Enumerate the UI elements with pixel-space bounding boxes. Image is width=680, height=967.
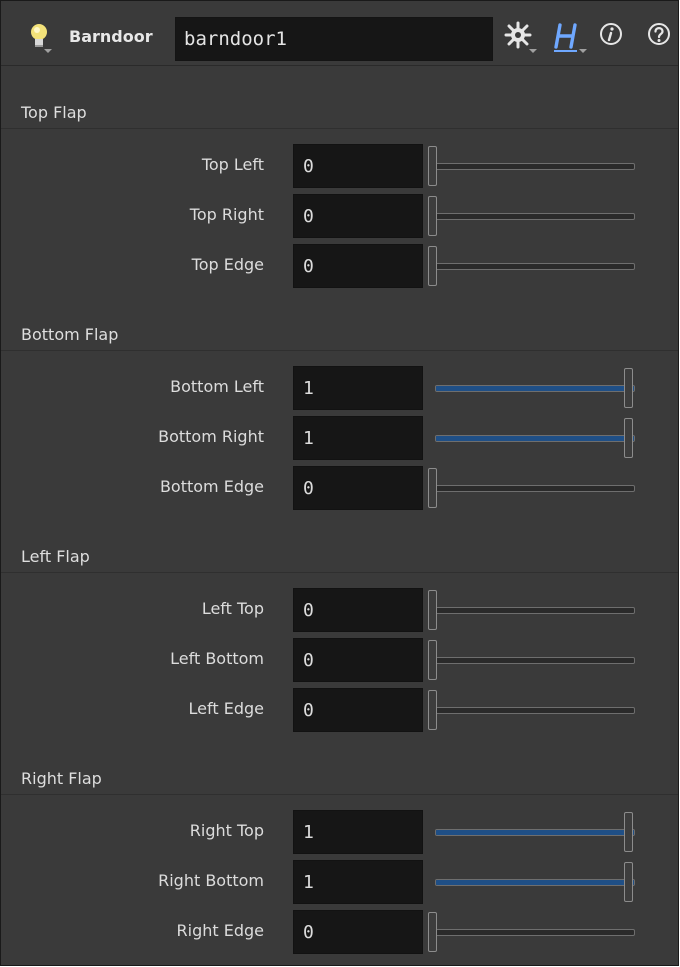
slider-fill	[436, 880, 634, 885]
parameter-row: Bottom Right 1	[1, 415, 678, 461]
slider-handle[interactable]	[624, 812, 633, 852]
parameter-row: Right Top 1	[1, 809, 678, 855]
slider-track[interactable]	[435, 263, 635, 270]
slider-handle[interactable]	[624, 368, 633, 408]
parameter-slider[interactable]	[427, 909, 641, 955]
parameter-value-field[interactable]: 1	[293, 416, 423, 460]
help-icon[interactable]	[646, 21, 676, 51]
slider-handle[interactable]	[428, 640, 437, 680]
parameter-slider[interactable]	[427, 143, 641, 189]
parameter-row: Bottom Left 1	[1, 365, 678, 411]
parameter-label: Top Left	[201, 155, 264, 174]
slider-track[interactable]	[435, 485, 635, 492]
parameter-row: Right Bottom 1	[1, 859, 678, 905]
slider-track[interactable]	[435, 435, 635, 442]
section-title[interactable]: Right Flap	[1, 761, 678, 795]
node-name-field[interactable]: barndoor1	[175, 17, 493, 61]
parameter-label: Right Edge	[176, 921, 264, 940]
slider-handle[interactable]	[428, 146, 437, 186]
parameter-label: Right Bottom	[158, 871, 264, 890]
gear-icon[interactable]	[503, 21, 539, 57]
section-title[interactable]: Top Flap	[1, 95, 678, 129]
bulb-icon[interactable]	[27, 21, 57, 55]
parameter-label: Bottom Left	[170, 377, 264, 396]
parameter-slider[interactable]	[427, 193, 641, 239]
parameter-value-field[interactable]: 1	[293, 810, 423, 854]
parameter-value-field[interactable]: 0	[293, 688, 423, 732]
slider-track[interactable]	[435, 657, 635, 664]
parameter-row: Left Edge 0	[1, 687, 678, 733]
parameter-row: Right Edge 0	[1, 909, 678, 955]
slider-track[interactable]	[435, 707, 635, 714]
slider-handle[interactable]	[428, 196, 437, 236]
parameter-label: Top Right	[189, 205, 264, 224]
parameter-value-field[interactable]: 1	[293, 860, 423, 904]
slider-fill	[436, 386, 634, 391]
parameter-slider[interactable]	[427, 687, 641, 733]
slider-handle[interactable]	[624, 418, 633, 458]
parameter-slider[interactable]	[427, 465, 641, 511]
parameter-value-field[interactable]: 0	[293, 910, 423, 954]
parameter-slider[interactable]	[427, 809, 641, 855]
parameter-slider[interactable]	[427, 859, 641, 905]
parameter-value-field[interactable]: 0	[293, 144, 423, 188]
parameter-label: Left Bottom	[170, 649, 264, 668]
slider-track[interactable]	[435, 385, 635, 392]
parameter-label: Right Top	[189, 821, 264, 840]
parameter-row: Bottom Edge 0	[1, 465, 678, 511]
parameter-value-field[interactable]: 0	[293, 466, 423, 510]
slider-handle[interactable]	[428, 590, 437, 630]
parameter-row: Left Bottom 0	[1, 637, 678, 683]
slider-handle[interactable]	[428, 690, 437, 730]
section-title[interactable]: Bottom Flap	[1, 317, 678, 351]
parameter-value-field[interactable]: 0	[293, 194, 423, 238]
parameter-slider[interactable]	[427, 637, 641, 683]
operator-type-label: Barndoor	[69, 27, 153, 46]
slider-track[interactable]	[435, 607, 635, 614]
info-icon[interactable]	[598, 21, 628, 51]
parameter-slider[interactable]	[427, 243, 641, 289]
houdini-h-icon[interactable]	[551, 21, 591, 57]
parameter-row: Top Right 0	[1, 193, 678, 239]
slider-handle[interactable]	[428, 468, 437, 508]
parameter-value-field[interactable]: 1	[293, 366, 423, 410]
parameter-label: Left Edge	[188, 699, 264, 718]
parameter-row: Top Left 0	[1, 143, 678, 189]
parameter-label: Top Edge	[191, 255, 264, 274]
slider-handle[interactable]	[428, 246, 437, 286]
panel-header: Barndoor barndoor1	[1, 1, 678, 66]
slider-track[interactable]	[435, 879, 635, 886]
slider-track[interactable]	[435, 163, 635, 170]
parameter-label: Left Top	[201, 599, 264, 618]
slider-track[interactable]	[435, 929, 635, 936]
parameter-row: Left Top 0	[1, 587, 678, 633]
parameter-row: Top Edge 0	[1, 243, 678, 289]
parameter-value-field[interactable]: 0	[293, 244, 423, 288]
parameter-slider[interactable]	[427, 415, 641, 461]
slider-handle[interactable]	[428, 912, 437, 952]
slider-track[interactable]	[435, 213, 635, 220]
slider-fill	[436, 436, 634, 441]
parameter-value-field[interactable]: 0	[293, 588, 423, 632]
parameter-slider[interactable]	[427, 365, 641, 411]
slider-track[interactable]	[435, 829, 635, 836]
slider-handle[interactable]	[624, 862, 633, 902]
parameter-value-field[interactable]: 0	[293, 638, 423, 682]
parameter-panel: Barndoor barndoor1 Top Flap Top Left 0 T…	[0, 0, 679, 966]
parameter-label: Bottom Edge	[159, 477, 264, 496]
parameter-label: Bottom Right	[158, 427, 264, 446]
section-title[interactable]: Left Flap	[1, 539, 678, 573]
slider-fill	[436, 830, 634, 835]
parameter-slider[interactable]	[427, 587, 641, 633]
